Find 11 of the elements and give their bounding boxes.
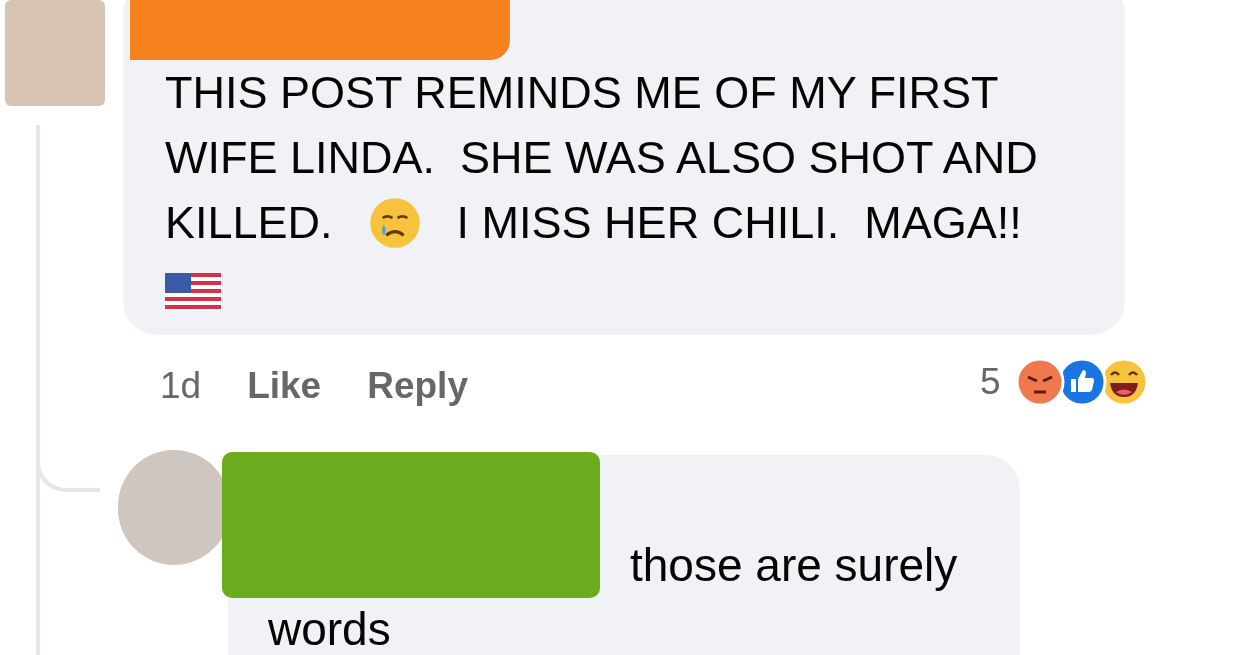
comment-text: those are surely words: [268, 538, 959, 655]
comment-text: THIS POST REMINDS ME OF MY FIRST: [165, 65, 999, 120]
action-link[interactable]: Like: [247, 358, 322, 414]
comment-text: I MISS HER CHILI. MAGA!!: [456, 195, 1022, 250]
us-flag-icon: [165, 272, 221, 311]
crying-face-icon: [368, 196, 421, 249]
action-link[interactable]: Reply: [367, 358, 468, 414]
timestamp: 1d: [160, 364, 202, 408]
comment-text: KILLED.: [165, 195, 333, 250]
reaction-count: 5: [980, 360, 1001, 404]
comment-text: WIFE LINDA. SHE WAS ALSO SHOT AND: [165, 130, 1038, 185]
